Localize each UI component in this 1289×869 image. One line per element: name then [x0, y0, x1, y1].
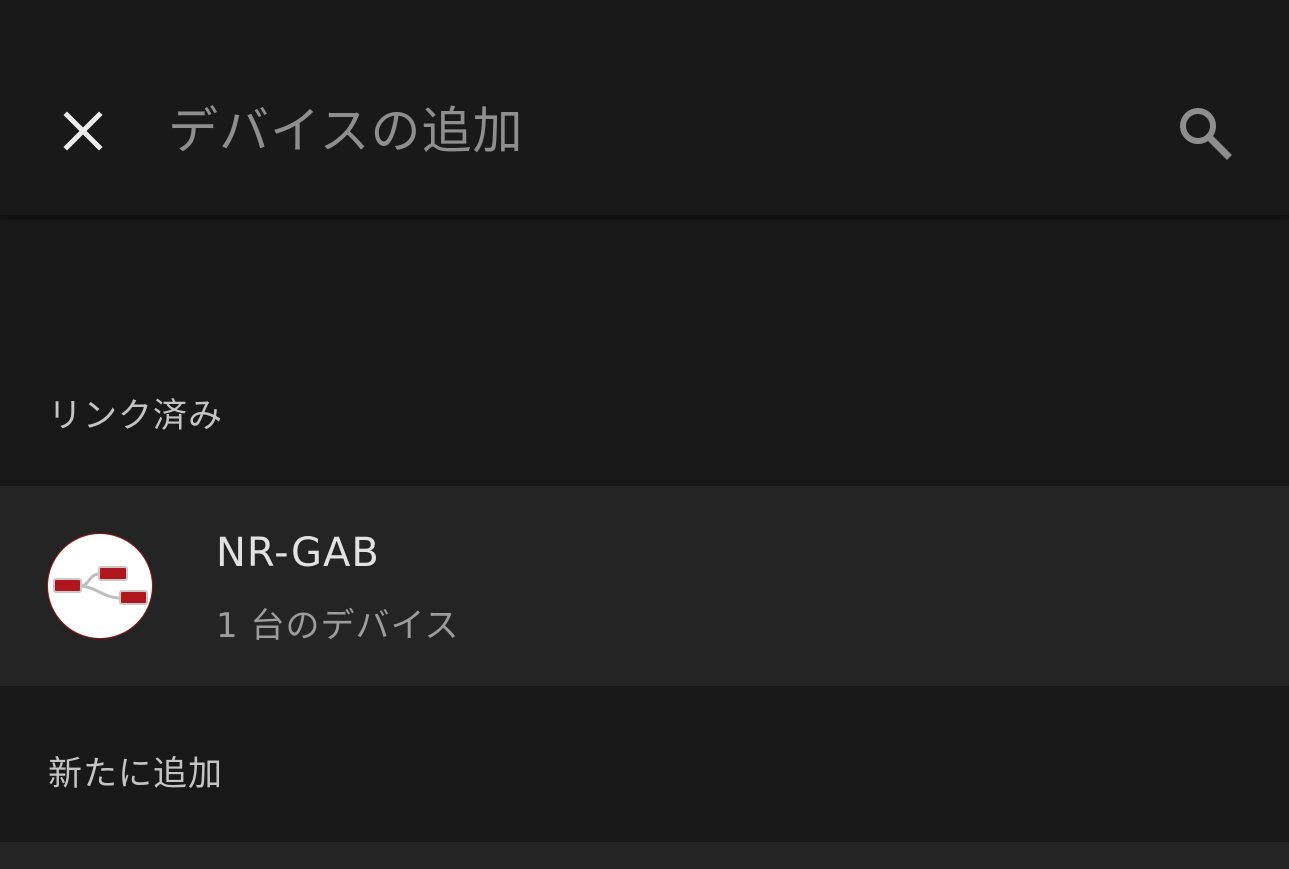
search-icon [1180, 108, 1232, 160]
search-button[interactable] [1168, 96, 1240, 168]
device-count: 1 台のデバイス [216, 606, 460, 646]
device-name: NR-GAB [216, 530, 380, 576]
close-button[interactable] [52, 100, 114, 162]
page-title: デバイスの追加 [168, 102, 524, 160]
list-item-partial[interactable] [0, 842, 1289, 869]
device-list-item[interactable] [0, 486, 1289, 686]
app-bar: デバイスの追加 [0, 0, 1289, 217]
section-header-linked: リンク済み [48, 396, 223, 436]
add-device-screen: デバイスの追加 リンク済み NR-GAB 1 台のデバイス 新たに追加 [0, 0, 1289, 869]
section-header-new: 新たに追加 [48, 754, 223, 794]
flow-nodes-icon [53, 566, 148, 605]
device-avatar [48, 534, 152, 638]
close-icon [63, 111, 103, 151]
